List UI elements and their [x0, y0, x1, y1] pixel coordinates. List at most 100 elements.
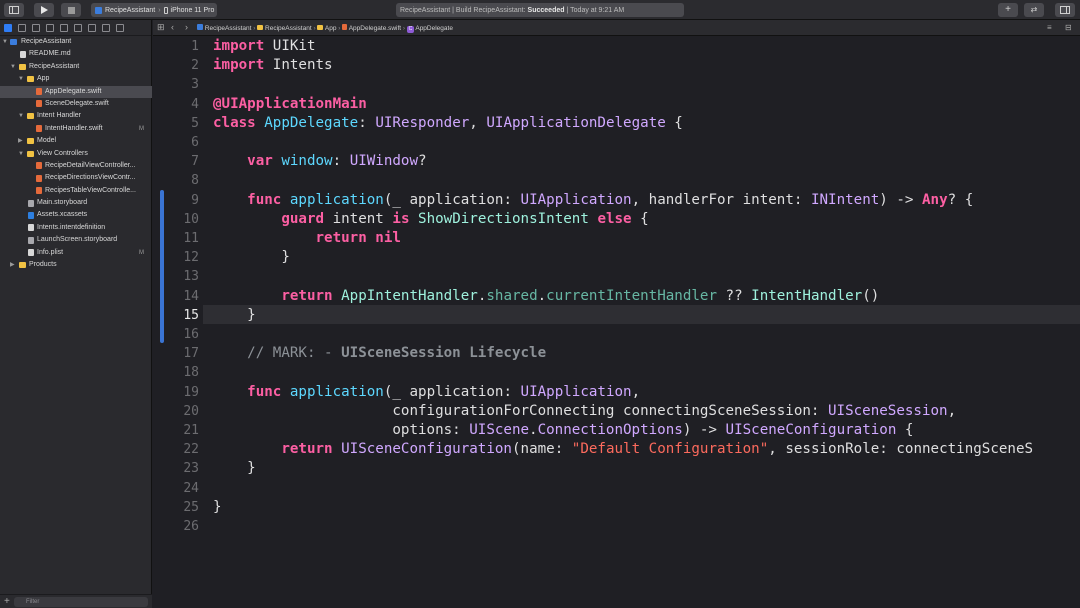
code-review-button[interactable]: ⇄ — [1024, 3, 1044, 17]
line-number: 10 — [183, 211, 199, 227]
warning-icon[interactable] — [60, 23, 68, 32]
line-number: 18 — [183, 365, 199, 381]
line-number: 19 — [183, 384, 199, 400]
breadcrumb: RecipeAssistant › RecipeAssistant › App … — [197, 24, 453, 33]
code-line: 3 — [153, 75, 1080, 94]
code-line: 8 — [153, 171, 1080, 190]
activity-status: Succeeded — [527, 6, 565, 14]
folder-icon — [27, 138, 34, 145]
scheme-target: RecipeAssistant — [105, 6, 156, 14]
debug-icon[interactable] — [88, 23, 96, 32]
code-line: 1 import UIKit — [153, 37, 1080, 56]
tree-item[interactable]: Assets.xcassets — [0, 209, 152, 221]
activity-time: | Today at 9:21 AM — [566, 6, 625, 14]
breadcrumb-item[interactable]: RecipeAssistant — [265, 25, 312, 32]
breadcrumb-item[interactable]: AppDelegate.swift — [349, 25, 401, 32]
back-icon[interactable]: ‹ — [171, 22, 174, 32]
library-button[interactable]: + — [998, 3, 1018, 17]
tree-item[interactable]: ▼ App — [0, 73, 152, 85]
tree-item[interactable]: Intents.intentdefinition — [0, 222, 152, 234]
scheme-device: iPhone 11 Pro — [170, 6, 215, 14]
tree-item[interactable]: ▶ Model — [0, 135, 152, 147]
breakpoint-icon[interactable] — [102, 23, 110, 32]
line-number: 3 — [191, 77, 199, 93]
source-editor[interactable]: 1 import UIKit 2 import Intents 3 4 @UIAppl… — [153, 37, 1080, 608]
inspector-toggle-button[interactable] — [1055, 3, 1075, 17]
line-number: 21 — [183, 423, 199, 438]
line-number: 24 — [183, 480, 199, 496]
line-number: 25 — [183, 499, 199, 515]
line-number: 13 — [183, 269, 199, 285]
code-line: 20 configurationForConnecting connecting… — [153, 402, 1080, 421]
test-icon[interactable] — [74, 23, 82, 32]
swift-file-icon — [36, 174, 42, 182]
tree-item[interactable]: ▶ Products — [0, 259, 152, 271]
tree-item[interactable]: ▼ View Controllers — [0, 148, 152, 160]
tree-item[interactable]: LaunchScreen.storyboard — [0, 234, 152, 246]
tree-item[interactable]: Info.plist M — [0, 247, 152, 259]
breadcrumb-item[interactable]: RecipeAssistant — [205, 25, 252, 32]
tree-item[interactable]: ▼ RecipeAssistant — [0, 36, 152, 48]
line-number: 22 — [183, 442, 199, 458]
code-line: 10 guard intent is ShowDirectionsIntent … — [153, 210, 1080, 229]
breadcrumb-item[interactable]: AppDelegate — [415, 25, 453, 32]
grid-icon[interactable]: ⊞ — [157, 22, 165, 33]
code-line: 25} — [153, 498, 1080, 517]
tree-item[interactable]: Main.storyboard — [0, 197, 152, 209]
line-number: 7 — [191, 154, 199, 170]
swift-file-icon — [36, 88, 42, 96]
tree-item[interactable]: RecipeDirectionsViewContr... — [0, 172, 152, 184]
code-line: 24 — [153, 479, 1080, 498]
modified-badge: M — [139, 125, 144, 132]
tree-item[interactable]: SceneDelegate.swift — [0, 98, 152, 110]
forward-icon[interactable]: › — [185, 22, 188, 32]
jump-bar: ⊞ ‹ › RecipeAssistant › RecipeAssistant … — [153, 20, 1080, 36]
swift-file-icon — [36, 100, 42, 108]
source-control-icon[interactable] — [18, 23, 26, 32]
navigator-toggle-button[interactable] — [4, 3, 24, 17]
swift-file-icon — [36, 187, 42, 195]
tree-item[interactable]: RecipeDetailViewController... — [0, 160, 152, 172]
breadcrumb-item[interactable]: App — [325, 25, 337, 32]
chevron-right-icon: › — [313, 25, 316, 32]
project-icon — [10, 39, 17, 45]
stop-button[interactable] — [61, 3, 81, 17]
tree-item-selected[interactable]: AppDelegate.swift — [0, 85, 152, 98]
tree-item[interactable]: RecipesTableViewControlle... — [0, 185, 152, 197]
swift-file-icon — [36, 125, 42, 133]
line-number: 2 — [191, 58, 199, 74]
scheme-selector[interactable]: RecipeAssistant › iPhone 11 Pro — [91, 3, 217, 17]
tree-item[interactable]: ▼ RecipeAssistant — [0, 61, 152, 73]
class-icon: C — [406, 26, 414, 33]
sidebar-icon — [9, 6, 19, 14]
file-tree: ▼ RecipeAssistant README.md ▼ RecipeAssist… — [0, 36, 152, 271]
toolbar: RecipeAssistant › iPhone 11 Pro RecipeAs… — [0, 0, 1080, 20]
project-icon — [197, 24, 203, 30]
code-line: 26 — [153, 517, 1080, 536]
tree-item[interactable]: README.md — [0, 48, 152, 60]
tree-item[interactable]: ▼ Intent Handler — [0, 110, 152, 122]
line-number: 20 — [183, 403, 199, 419]
line-number: 6 — [191, 135, 199, 150]
split-editor-icon[interactable]: ⊟ — [1065, 23, 1072, 32]
iphone-icon — [163, 6, 168, 14]
code-line: 5 class AppDelegate: UIResponder, UIAppli… — [153, 114, 1080, 133]
report-icon[interactable] — [116, 23, 124, 32]
run-button[interactable] — [34, 3, 54, 17]
symbol-icon[interactable] — [32, 23, 40, 32]
add-icon[interactable]: + — [4, 595, 10, 608]
folder-icon[interactable] — [4, 23, 12, 32]
line-number: 26 — [183, 519, 199, 534]
search-icon[interactable] — [46, 23, 54, 32]
folder-icon — [27, 150, 34, 157]
intent-definition-icon — [28, 224, 34, 232]
line-number: 17 — [183, 346, 199, 362]
filter-input[interactable]: Filter — [14, 597, 148, 607]
code-line: 17 // MARK: - UISceneSession Lifecycle — [153, 344, 1080, 363]
play-icon — [41, 6, 48, 14]
app-icon — [95, 6, 102, 14]
lines-icon[interactable]: ≡ — [1047, 23, 1052, 32]
activity-viewer: RecipeAssistant | Build RecipeAssistant:… — [396, 3, 684, 17]
tree-item[interactable]: IntentHandler.swift M — [0, 123, 152, 135]
folder-icon — [19, 262, 26, 269]
